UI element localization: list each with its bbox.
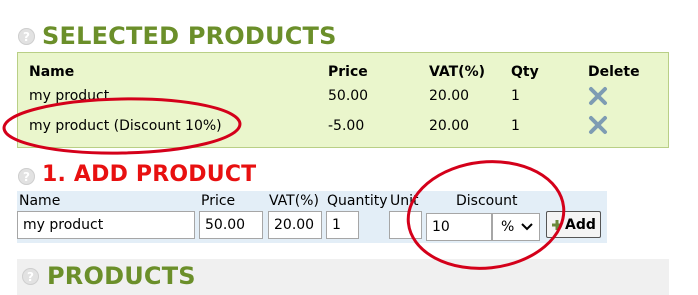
row1-vat: 20.00 <box>429 88 470 104</box>
chevron-down-icon <box>521 223 533 231</box>
label-name: Name <box>19 193 61 209</box>
row2-vat: 20.00 <box>429 118 470 134</box>
row1-price: 50.00 <box>328 88 369 104</box>
discount-input[interactable] <box>426 213 492 241</box>
row1-qty: 1 <box>511 88 520 104</box>
row2-qty: 1 <box>511 118 520 134</box>
label-vat: VAT(%) <box>269 193 319 209</box>
help-icon[interactable]: ? <box>18 168 35 185</box>
delete-icon[interactable] <box>588 115 608 135</box>
help-icon[interactable]: ? <box>18 28 35 45</box>
unit-input[interactable] <box>389 211 422 239</box>
vat-input[interactable] <box>268 211 322 239</box>
discount-type-select[interactable]: % <box>492 213 540 241</box>
col-header-price: Price <box>328 64 368 80</box>
col-header-delete: Delete <box>588 64 640 80</box>
name-input[interactable] <box>17 211 195 239</box>
plus-icon <box>552 219 562 230</box>
label-quantity: Quantity <box>327 193 388 209</box>
label-unit: Unit <box>390 193 419 209</box>
selected-products-table: Name Price VAT(%) Qty Delete my product … <box>17 52 669 148</box>
price-input[interactable] <box>199 211 263 239</box>
add-button-label: Add <box>565 216 596 233</box>
row1-name: my product <box>29 88 110 104</box>
col-header-name: Name <box>29 64 75 80</box>
col-header-qty: Qty <box>511 64 539 80</box>
help-icon[interactable]: ? <box>22 268 39 285</box>
row2-price: -5.00 <box>328 118 365 134</box>
col-header-vat: VAT(%) <box>429 64 486 80</box>
add-product-title: 1. ADD PRODUCT <box>42 162 257 187</box>
row2-name: my product (Discount 10%) <box>29 118 222 134</box>
discount-type-value: % <box>501 219 515 235</box>
selected-products-title: SELECTED PRODUCTS <box>42 22 337 50</box>
add-button[interactable]: Add <box>546 211 601 238</box>
products-title: PRODUCTS <box>47 262 196 290</box>
delete-icon[interactable] <box>588 86 608 106</box>
label-discount: Discount <box>456 193 518 209</box>
label-price: Price <box>201 193 236 209</box>
quantity-input[interactable] <box>326 211 359 239</box>
